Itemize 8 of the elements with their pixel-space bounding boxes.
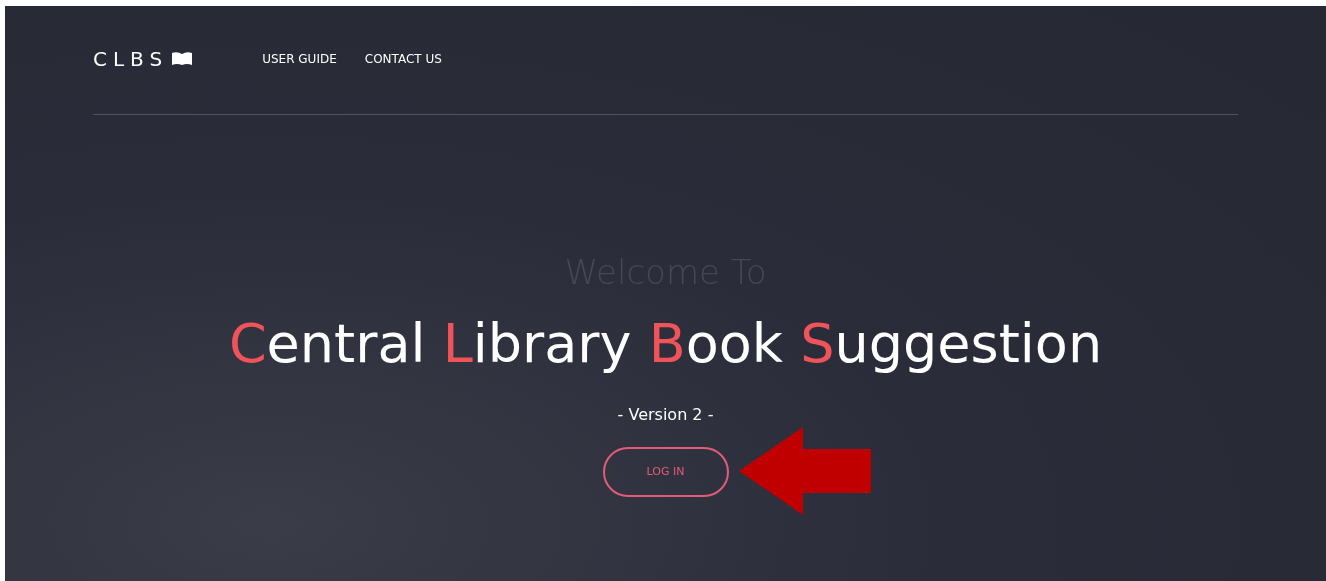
arrow-icon bbox=[738, 427, 871, 515]
nav-link[interactable]: CONTACT US bbox=[364, 50, 442, 68]
site-title: Central Library Book Suggestion bbox=[228, 317, 1103, 371]
logo-text[interactable]: CLBS bbox=[93, 44, 169, 74]
nav-link[interactable]: USER GUIDE bbox=[262, 50, 337, 68]
version-label: - Version 2 - bbox=[617, 404, 714, 426]
login-button[interactable]: LOG IN bbox=[602, 447, 729, 497]
book-icon bbox=[172, 52, 193, 66]
